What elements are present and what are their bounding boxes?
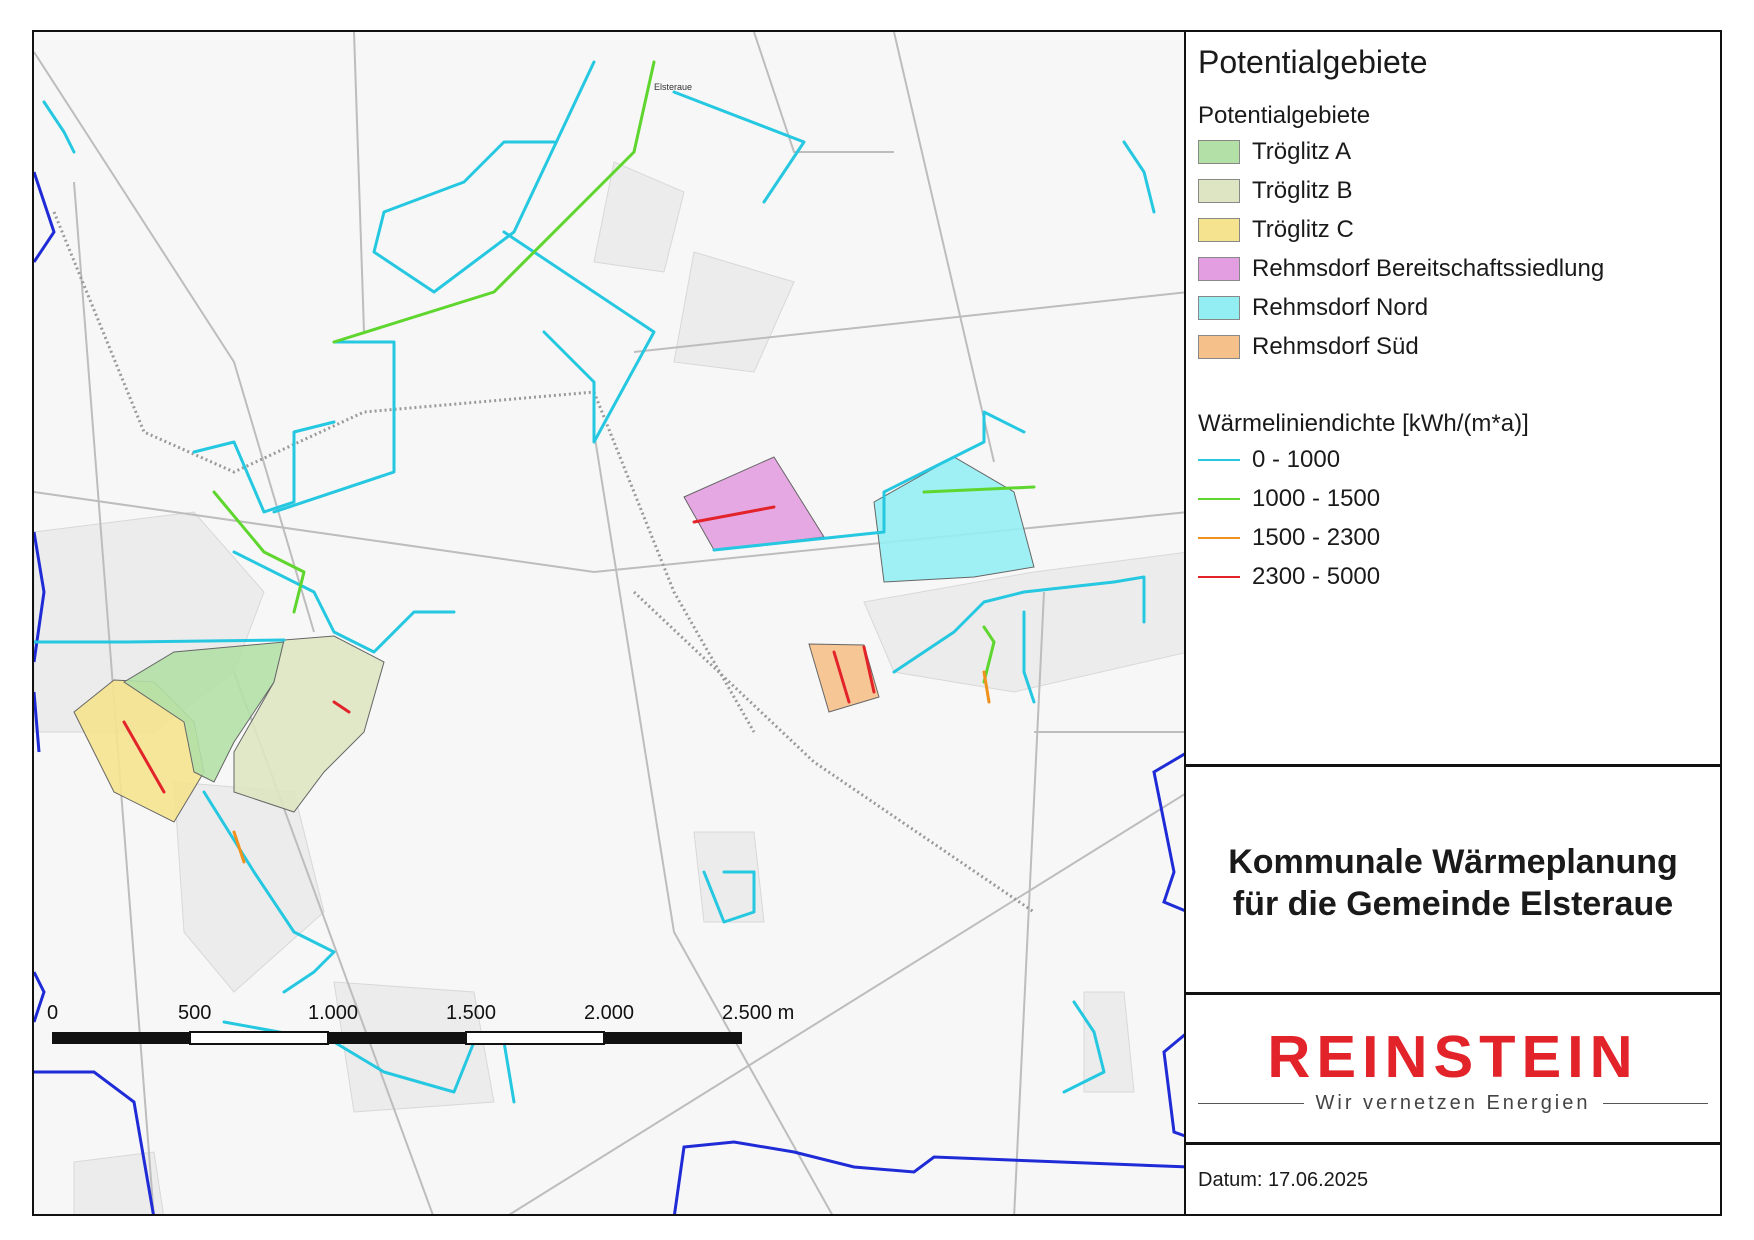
- legend-line-2300-5000: 2300 - 5000: [1198, 562, 1380, 592]
- swatch-rehmsdorf-nord: [1198, 296, 1240, 320]
- legend-label: 1000 - 1500: [1252, 485, 1381, 512]
- tagline-rule-left: [1198, 1102, 1304, 1104]
- reinstein-logo: REINSTEIN: [1267, 1025, 1638, 1085]
- place-label: Elsteraue: [654, 82, 692, 92]
- logo-wordmark: REINSTEIN: [1267, 1025, 1638, 1085]
- title-line-2: für die Gemeinde Elsteraue: [1232, 885, 1674, 923]
- legend-line-0-1000: 0 - 1000: [1198, 445, 1340, 475]
- legend-label: Rehmsdorf Bereitschaftssiedlung: [1252, 255, 1605, 282]
- line-swatch-1500-2300: [1198, 537, 1240, 539]
- legend-line-1000-1500: 1000 - 1500: [1198, 484, 1380, 514]
- scale-bar: [52, 1031, 742, 1045]
- line-swatch-1000-1500: [1198, 498, 1240, 500]
- legend-line-1500-2300: 1500 - 2300: [1198, 523, 1380, 553]
- map-canvas[interactable]: Elsteraue: [34, 32, 1186, 1216]
- date-label: Datum: 17.06.2025: [1198, 1169, 1369, 1191]
- legend-item-rehmsdorf-bereitschaftssiedlung: Rehmsdorf Bereitschaftssiedlung: [1198, 254, 1604, 284]
- legend: Potentialgebiete Potentialgebiete Trögli…: [1186, 32, 1720, 764]
- swatch-rehmsdorf-sued: [1198, 335, 1240, 359]
- title-line-1: Kommunale Wärmeplanung: [1228, 843, 1678, 881]
- swatch-troeglitz-b: [1198, 179, 1240, 203]
- swatch-troeglitz-a: [1198, 140, 1240, 164]
- logo-block: REINSTEIN Wir vernetzen Energien: [1186, 992, 1720, 1142]
- legend-label: Rehmsdorf Nord: [1252, 294, 1429, 321]
- line-swatch-0-1000: [1198, 459, 1240, 461]
- legend-label: Tröglitz B: [1252, 177, 1353, 204]
- legend-item-troeglitz-b: Tröglitz B: [1198, 176, 1352, 206]
- legend-item-troeglitz-c: Tröglitz C: [1198, 215, 1354, 245]
- scale-label-500: 500: [178, 1002, 212, 1024]
- scale-label-1500: 1.500: [446, 1002, 497, 1024]
- legend-label: 0 - 1000: [1252, 446, 1341, 473]
- legend-label: Tröglitz A: [1252, 138, 1352, 165]
- legend-lines-heading: Wärmeliniendichte [kWh/(m*a)]: [1198, 410, 1529, 437]
- logo-tagline: Wir vernetzen Energien: [1315, 1091, 1591, 1114]
- legend-title: Potentialgebiete: [1198, 44, 1428, 80]
- scale-label-1000: 1.000: [308, 1002, 359, 1024]
- title-block: Kommunale Wärmeplanung für die Gemeinde …: [1186, 764, 1720, 992]
- scale-label-2500: 2.500 m: [722, 1002, 795, 1024]
- legend-label: Tröglitz C: [1252, 216, 1354, 243]
- side-panel: Potentialgebiete Potentialgebiete Trögli…: [1184, 30, 1722, 1216]
- legend-areas-heading: Potentialgebiete: [1198, 102, 1371, 129]
- tagline-row: Wir vernetzen Energien: [1186, 1085, 1720, 1121]
- swatch-troeglitz-c: [1198, 218, 1240, 242]
- legend-item-rehmsdorf-sued: Rehmsdorf Süd: [1198, 332, 1419, 362]
- scale-label-0: 0: [47, 1002, 59, 1024]
- legend-label: 1500 - 2300: [1252, 524, 1381, 551]
- tagline-rule-right: [1602, 1102, 1709, 1104]
- map-area[interactable]: Elsteraue 0 500 1.000 1.500 2.000 2.500 …: [32, 30, 1186, 1216]
- scale-label-2000: 2.000: [584, 1002, 635, 1024]
- date-block: Datum: 17.06.2025: [1186, 1142, 1720, 1214]
- line-swatch-2300-5000: [1198, 576, 1240, 578]
- swatch-rehmsdorf-bereitschaftssiedlung: [1198, 257, 1240, 281]
- legend-label: 2300 - 5000: [1252, 563, 1381, 590]
- legend-item-troeglitz-a: Tröglitz A: [1198, 137, 1351, 167]
- legend-label: Rehmsdorf Süd: [1252, 333, 1419, 360]
- legend-item-rehmsdorf-nord: Rehmsdorf Nord: [1198, 293, 1428, 323]
